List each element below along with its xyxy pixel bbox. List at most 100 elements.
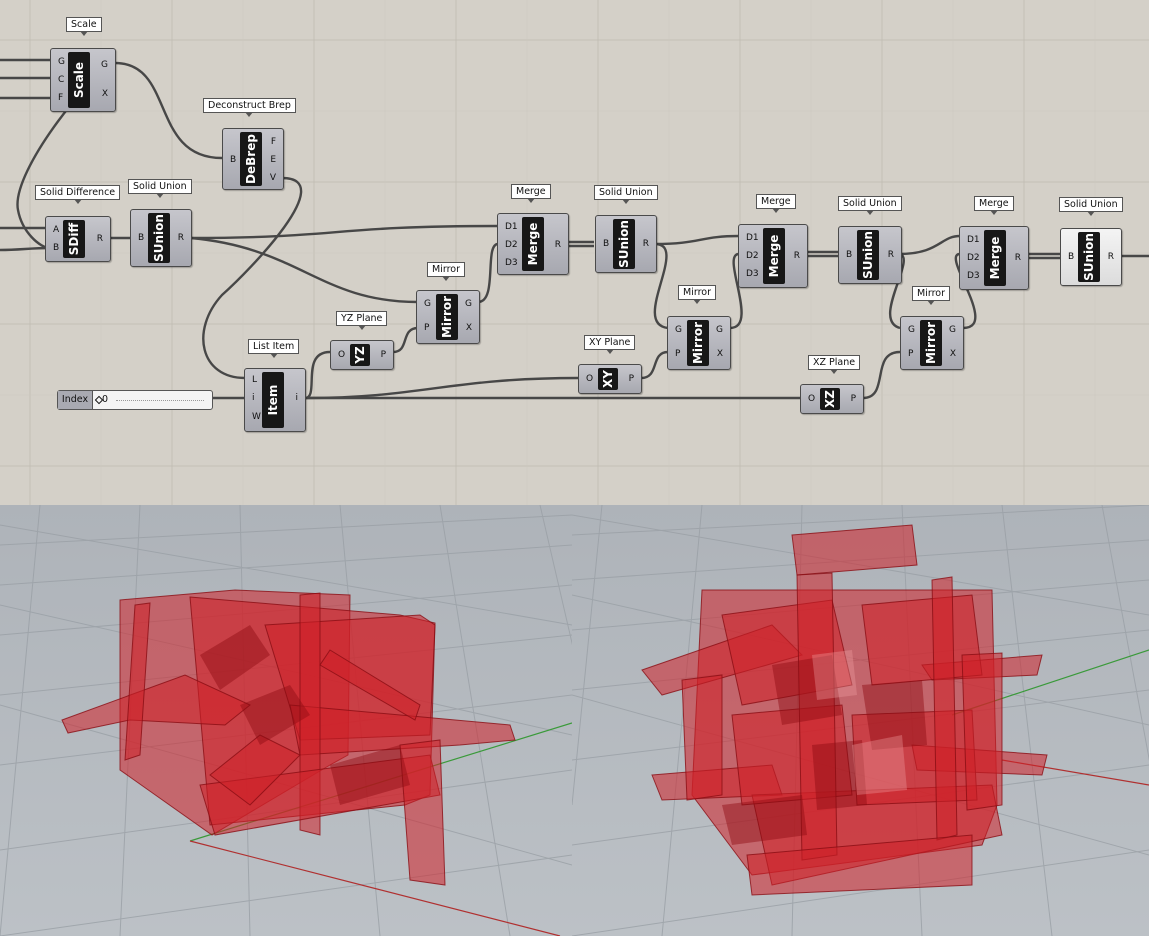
- sunion3-component[interactable]: SUnion B R: [838, 226, 902, 284]
- port-label: O: [808, 394, 816, 404]
- port-label: B: [230, 155, 237, 165]
- mirror3-tag: Mirror: [912, 286, 950, 305]
- sunion2-component[interactable]: SUnion B R: [595, 215, 657, 273]
- port-label: D3: [746, 269, 759, 279]
- rhino-viewport-left[interactable]: [0, 505, 572, 936]
- port-label: X: [949, 349, 956, 359]
- port-label: D3: [505, 258, 518, 268]
- port-label: D1: [746, 233, 759, 243]
- sunion2-core-label: SUnion: [617, 220, 631, 268]
- rhino-viewport-right[interactable]: [572, 505, 1149, 936]
- merge2-component[interactable]: Merge D1 D2 D3 R: [738, 224, 808, 288]
- port-label: R: [1014, 253, 1021, 263]
- port-label: P: [424, 323, 430, 333]
- port-label: G: [58, 57, 65, 67]
- port-label: W: [252, 412, 261, 422]
- scale-core-label: Scale: [72, 61, 86, 99]
- debrep-tag: Deconstruct Brep: [203, 98, 296, 117]
- yzplane-tag: YZ Plane: [336, 311, 388, 330]
- sunion4-core-label: SUnion: [1082, 233, 1096, 281]
- merge2-tag: Merge: [756, 194, 796, 213]
- port-label: A: [53, 225, 60, 235]
- port-label: G: [101, 60, 108, 70]
- xzplane-component[interactable]: XZ O P: [800, 384, 864, 414]
- port-label: B: [138, 233, 145, 243]
- port-label: R: [1107, 252, 1114, 262]
- sunion1-tag: Solid Union: [128, 179, 192, 198]
- sdiff-core-label: SDiff: [67, 222, 81, 256]
- port-label: P: [908, 349, 914, 359]
- port-label: P: [850, 394, 856, 404]
- listitem-component[interactable]: Item L i W i: [244, 368, 306, 432]
- port-label: F: [58, 93, 64, 103]
- port-label: R: [177, 233, 184, 243]
- listitem-tag: List Item: [248, 339, 300, 358]
- mirror2-component[interactable]: Mirror G P G X: [667, 316, 731, 370]
- xyplane-core-label: XY: [601, 370, 615, 388]
- port-label: G: [949, 325, 956, 335]
- merge3-component[interactable]: Merge D1 D2 D3 R: [959, 226, 1029, 290]
- port-label: O: [586, 374, 594, 384]
- port-label: B: [603, 239, 610, 249]
- port-label: F: [270, 137, 276, 147]
- port-label: L: [252, 375, 258, 385]
- debrep-core-label: DeBrep: [244, 134, 258, 184]
- yzplane-component[interactable]: YZ O P: [330, 340, 394, 370]
- port-label: P: [675, 349, 681, 359]
- viewport-right-scene: [572, 505, 1149, 936]
- port-label: R: [642, 239, 649, 249]
- yzplane-core-label: YZ: [353, 346, 367, 364]
- scale-tag: Scale: [66, 17, 102, 36]
- port-label: G: [716, 325, 723, 335]
- mirror1-tag: Mirror: [427, 262, 465, 281]
- sunion3-core-label: SUnion: [861, 231, 875, 279]
- port-label: D2: [746, 251, 759, 261]
- port-label: G: [465, 299, 472, 309]
- port-label: D2: [505, 240, 518, 250]
- mirror2-core-label: Mirror: [691, 321, 705, 365]
- grasshopper-canvas[interactable]: Scale Scale G C F G X Deconstruct Brep D…: [0, 0, 1149, 505]
- sdiff-component[interactable]: SDiff A B R: [45, 216, 111, 262]
- index-slider[interactable]: Index 0: [57, 390, 213, 410]
- port-label: D1: [967, 235, 980, 245]
- listitem-core-label: Item: [266, 384, 280, 416]
- port-label: R: [793, 251, 800, 261]
- port-label: G: [424, 299, 431, 309]
- debrep-component[interactable]: DeBrep B F E V: [222, 128, 284, 190]
- mirror1-core-label: Mirror: [440, 295, 454, 339]
- port-label: X: [465, 323, 472, 333]
- mirror3-component[interactable]: Mirror G P G X: [900, 316, 964, 370]
- port-label: B: [846, 250, 853, 260]
- slider-track[interactable]: [116, 400, 204, 401]
- port-label: X: [716, 349, 723, 359]
- merge1-component[interactable]: Merge D1 D2 D3 R: [497, 213, 569, 275]
- xzplane-tag: XZ Plane: [808, 355, 861, 374]
- port-label: B: [1068, 252, 1075, 262]
- merge3-core-label: Merge: [988, 236, 1002, 280]
- viewport-left-scene: [0, 505, 572, 936]
- mirror1-component[interactable]: Mirror G P G X: [416, 290, 480, 344]
- port-label: D2: [967, 253, 980, 263]
- port-label: G: [908, 325, 915, 335]
- mirror3-core-label: Mirror: [924, 321, 938, 365]
- sdiff-tag: Solid Difference: [35, 185, 121, 204]
- port-label: D1: [505, 222, 518, 232]
- sunion1-component[interactable]: SUnion B R: [130, 209, 192, 267]
- port-label: R: [887, 250, 894, 260]
- scale-component[interactable]: Scale G C F G X: [50, 48, 116, 112]
- xyplane-component[interactable]: XY O P: [578, 364, 642, 394]
- port-label: R: [96, 234, 103, 244]
- merge1-tag: Merge: [511, 184, 551, 203]
- port-label: V: [269, 173, 276, 183]
- xzplane-core-label: XZ: [823, 390, 837, 408]
- port-label: i: [295, 393, 298, 403]
- merge3-tag: Merge: [974, 196, 1014, 215]
- sunion1-core-label: SUnion: [152, 214, 166, 262]
- port-label: C: [58, 75, 65, 85]
- port-label: B: [53, 243, 60, 253]
- port-label: i: [252, 393, 255, 403]
- sunion4-component[interactable]: SUnion B R: [1060, 228, 1122, 286]
- port-label: D3: [967, 271, 980, 281]
- port-label: O: [338, 350, 346, 360]
- port-label: G: [675, 325, 682, 335]
